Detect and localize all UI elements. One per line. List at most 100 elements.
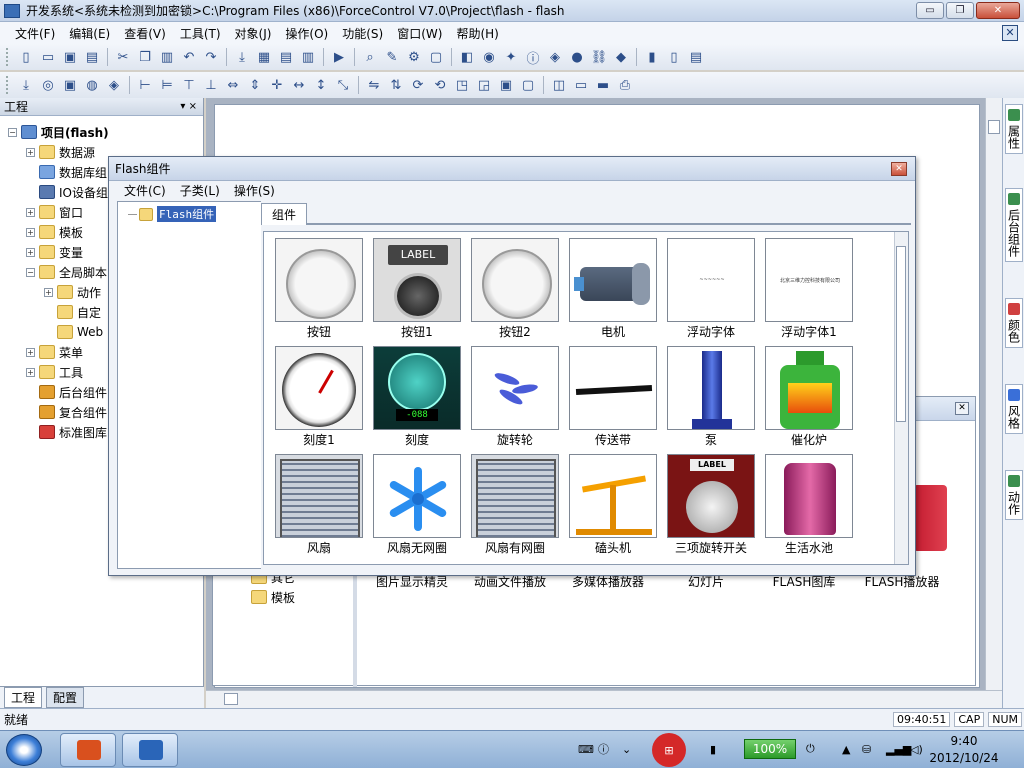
save-icon[interactable]: ▣: [60, 47, 80, 67]
tab-project[interactable]: 工程: [4, 687, 43, 708]
component-thumbnail[interactable]: ~~~~~~: [667, 238, 755, 322]
component-item[interactable]: 风扇无网圈: [368, 454, 466, 556]
bring-front-icon[interactable]: ◳: [452, 75, 472, 95]
component-item[interactable]: 风扇有网圈: [466, 454, 564, 556]
menu-tools[interactable]: 工具(T): [173, 25, 228, 42]
component-thumbnail[interactable]: 北京三维力控科技有限公司: [765, 238, 853, 322]
tray-power-icon[interactable]: ⏻: [806, 739, 815, 759]
toolbar-grip[interactable]: [6, 76, 10, 94]
group-icon[interactable]: ▣: [60, 75, 80, 95]
save-all-icon[interactable]: ▤: [82, 47, 102, 67]
pane-pin-icon[interactable]: ▾ ⨯: [180, 101, 197, 112]
component-thumbnail[interactable]: -088: [373, 346, 461, 430]
expand-toggle-icon[interactable]: +: [26, 247, 35, 257]
expand-toggle-icon[interactable]: +: [26, 367, 35, 377]
palette-icon[interactable]: ◧: [457, 47, 477, 67]
component-thumbnail[interactable]: [569, 238, 657, 322]
flash-menu-file[interactable]: 文件(C): [117, 182, 173, 199]
same-height-icon[interactable]: ↕: [311, 75, 331, 95]
start-button[interactable]: [6, 734, 42, 766]
import-icon[interactable]: ⤓: [16, 75, 36, 95]
scrollbar-thumb[interactable]: [988, 120, 1000, 134]
dock-tab-properties[interactable]: 属性: [1005, 104, 1023, 154]
tray-dropdown-icon[interactable]: ⌄: [622, 739, 631, 759]
component-thumbnail[interactable]: [667, 346, 755, 430]
component-thumbnail[interactable]: [471, 346, 559, 430]
tree-item-template[interactable]: 模板: [213, 587, 353, 607]
edit-icon[interactable]: ✎: [382, 47, 402, 67]
tab-config[interactable]: 配置: [46, 687, 85, 708]
new-file-icon[interactable]: ▯: [16, 47, 36, 67]
component-thumbnail[interactable]: [471, 238, 559, 322]
component-item[interactable]: 刻度1: [270, 346, 368, 448]
color-icon[interactable]: ●: [567, 47, 587, 67]
tray-app-icon[interactable]: ⊞: [652, 733, 686, 767]
tray-expand-icon[interactable]: ▲: [842, 739, 850, 759]
align-bottom-icon[interactable]: ⊥: [201, 75, 221, 95]
component-thumbnail[interactable]: [275, 454, 363, 538]
menu-help[interactable]: 帮助(H): [449, 25, 505, 42]
flash-menu-subclass[interactable]: 子类(L): [173, 182, 227, 199]
component-thumbnail[interactable]: LABEL: [667, 454, 755, 538]
expand-toggle-icon[interactable]: +: [26, 347, 35, 357]
tab-components[interactable]: 组件: [261, 203, 308, 225]
tools-icon[interactable]: ✦: [501, 47, 521, 67]
tray-network-icon[interactable]: ⛁: [862, 739, 871, 759]
rotate-icon[interactable]: ⟳: [408, 75, 428, 95]
flash-menu-operation[interactable]: 操作(S): [227, 182, 282, 199]
dock-tab-action[interactable]: 动作: [1005, 470, 1023, 520]
columns-icon[interactable]: ▥: [298, 47, 318, 67]
report-icon[interactable]: ▤: [686, 47, 706, 67]
send-back-icon[interactable]: ◲: [474, 75, 494, 95]
component-item[interactable]: 生活水池: [760, 454, 858, 556]
component-item[interactable]: 传送带: [564, 346, 662, 448]
same-size-icon[interactable]: ⤡: [333, 75, 353, 95]
taskbar-app-forcecontrol[interactable]: [122, 733, 178, 767]
window-icon[interactable]: ▢: [426, 47, 446, 67]
component-item[interactable]: 风扇: [270, 454, 368, 556]
component-item[interactable]: 北京三维力控科技有限公司 浮动字体1: [760, 238, 858, 340]
minimize-button[interactable]: ▭: [916, 2, 944, 19]
component-icon[interactable]: ◈: [545, 47, 565, 67]
expand-toggle-icon[interactable]: +: [44, 287, 53, 297]
download-icon[interactable]: ⤓: [232, 47, 252, 67]
component-item[interactable]: LABEL 按钮1: [368, 238, 466, 340]
component-thumbnail[interactable]: [765, 454, 853, 538]
tray-volume-icon[interactable]: ◁): [910, 739, 923, 759]
menu-file[interactable]: 文件(F): [8, 25, 62, 42]
screen-icon[interactable]: ▬: [593, 75, 613, 95]
table-icon[interactable]: ▤: [276, 47, 296, 67]
settings-icon[interactable]: ⚙: [404, 47, 424, 67]
chart-icon[interactable]: ▮: [642, 47, 662, 67]
menu-view[interactable]: 查看(V): [117, 25, 173, 42]
component-item[interactable]: 磕头机: [564, 454, 662, 556]
ungroup-icon[interactable]: ◍: [82, 75, 102, 95]
tray-signal-icon[interactable]: ▂▄▆: [886, 739, 911, 759]
mdi-close-button[interactable]: ✕: [1002, 25, 1018, 41]
find-icon[interactable]: ⌕: [360, 47, 380, 67]
tray-keyboard-icon[interactable]: ⌨: [578, 739, 594, 759]
combine-icon[interactable]: ▣: [496, 75, 516, 95]
component-thumbnail[interactable]: [373, 454, 461, 538]
component-item[interactable]: LABEL 三项旋转开关: [662, 454, 760, 556]
component-item[interactable]: 泵: [662, 346, 760, 448]
tag-icon[interactable]: ◆: [611, 47, 631, 67]
red-component-thumbnail[interactable]: [913, 485, 947, 551]
undo-icon[interactable]: ↶: [179, 47, 199, 67]
dock-tab-color[interactable]: 颜色: [1005, 298, 1023, 348]
expand-toggle-icon[interactable]: +: [26, 207, 35, 217]
grid-icon[interactable]: ▦: [254, 47, 274, 67]
component-item[interactable]: 按钮2: [466, 238, 564, 340]
align-left-icon[interactable]: ⊢: [135, 75, 155, 95]
workspace-horizontal-scrollbar[interactable]: [206, 690, 1002, 708]
scrollbar-thumb[interactable]: [896, 246, 906, 422]
link-icon[interactable]: ⛓: [589, 47, 609, 67]
monitor-icon[interactable]: ▭: [571, 75, 591, 95]
split-icon[interactable]: ▢: [518, 75, 538, 95]
component-item[interactable]: 催化炉: [760, 346, 858, 448]
restore-button[interactable]: ❐: [946, 2, 974, 19]
cut-icon[interactable]: ✂: [113, 47, 133, 67]
print-icon[interactable]: ⎙: [615, 75, 635, 95]
flash-dialog-titlebar[interactable]: Flash组件: [109, 157, 915, 181]
scrollbar-thumb[interactable]: [224, 693, 238, 705]
